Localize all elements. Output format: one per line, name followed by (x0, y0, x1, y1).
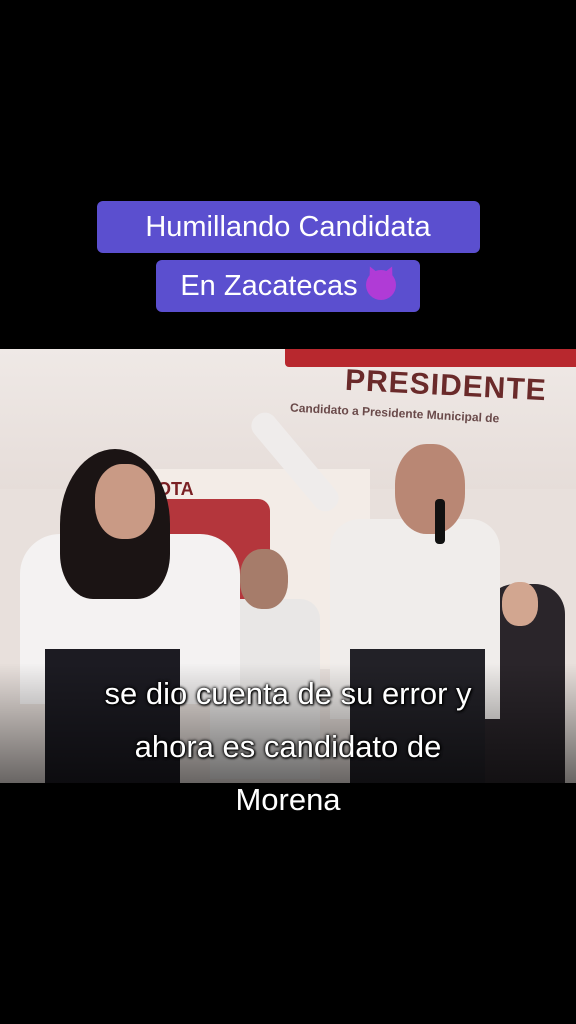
title-line-2: En Zacatecas (0, 260, 576, 312)
microphone-icon (435, 499, 445, 544)
subtitle-text-3: Morena (235, 782, 341, 817)
center-man-face (240, 549, 288, 609)
subtitle-text-1: se dio cuenta de su error y (104, 676, 472, 711)
subtitle-text-2: ahora es candidato de (134, 729, 442, 764)
title-text-2: En Zacatecas (180, 270, 358, 302)
title-line-1: Humillando Candidata (0, 201, 576, 253)
man-face (395, 444, 465, 534)
devil-emoji-icon (365, 270, 396, 300)
title-text-1: Humillando Candidata (96, 201, 480, 253)
subtitle-line-2: ahora es candidato de (0, 720, 576, 773)
right-woman-face (502, 582, 538, 626)
banner-red-strip (285, 349, 576, 367)
title-box-2: En Zacatecas (156, 260, 420, 312)
subtitle-line-3: Morena (0, 773, 576, 826)
woman-face (95, 464, 155, 539)
subtitle-line-1: se dio cuenta de su error y (0, 667, 576, 720)
